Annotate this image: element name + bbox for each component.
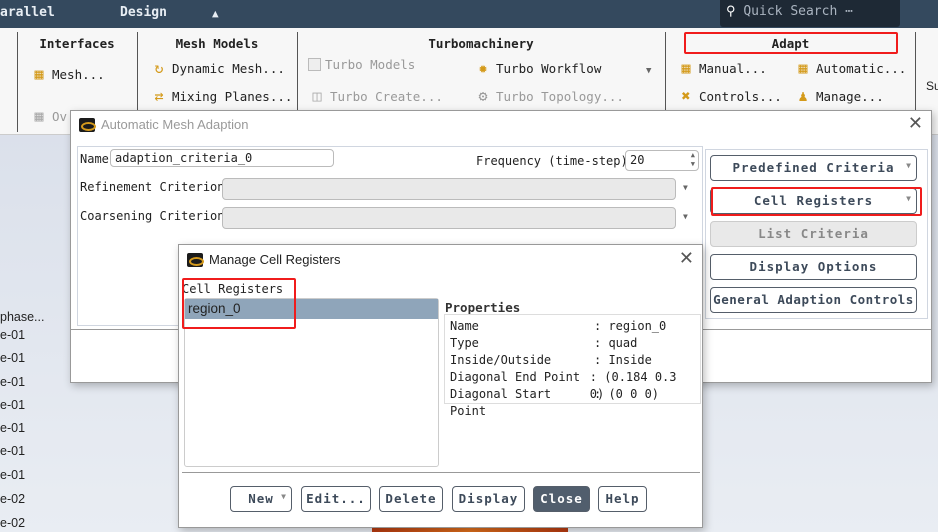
adapt-controls-button[interactable]: ✖ Controls... [677,87,781,105]
predefined-criteria-button[interactable]: Predefined Criteria ▼ [710,155,917,181]
tab-parallel[interactable]: arallel [0,5,55,20]
manage-cell-registers-dialog: Manage Cell Registers ✕ Cell Registers r… [178,244,703,528]
checkbox-icon [308,58,321,71]
name-input[interactable]: adaption_criteria_0 [110,149,334,167]
frequency-label: Frequency (time-step) [476,154,628,168]
display-button[interactable]: Display [452,486,525,512]
list-item: e-01 [0,375,26,389]
turbo-models-checkbox[interactable]: Turbo Models [308,57,415,72]
divider [182,472,700,473]
display-options-button[interactable]: Display Options [710,254,917,280]
manual-adapt-icon: ▦ [681,59,691,77]
list-item: e-01 [0,351,26,365]
quick-search-input[interactable]: ⚲ Quick Search ⋯ [720,0,900,27]
mesh-grid-icon: ▦ [34,65,44,83]
properties-panel: Name: region_0 Type: quad Inside/Outside… [444,314,701,418]
highlight-box [684,32,898,54]
refinement-criterion-select[interactable] [222,178,676,200]
interfaces-mesh-button[interactable]: ▦ Mesh... [30,65,104,83]
fluent-logo-icon [187,252,204,267]
property-row: Name: region_0 [450,319,667,333]
delete-button[interactable]: Delete [379,486,443,512]
list-item: e-01 [0,398,26,412]
frequency-spinner[interactable]: 20 ▲ ▼ [625,150,699,171]
list-item: e-01 [0,468,26,482]
chevron-down-icon[interactable]: ▼ [683,183,688,192]
list-item: e-01 [0,444,26,458]
list-item: e-01 [0,328,26,342]
dynamic-mesh-icon: ↻ [154,59,164,77]
automatic-adapt-icon: ▦ [798,59,808,77]
property-row: Inside/Outside: Inside [450,353,652,367]
collapse-ribbon-icon[interactable]: ▲ [212,7,219,20]
adapt-manual-button[interactable]: ▦ Manual... [677,59,766,77]
hierarchy-icon: ♟ [798,87,808,105]
chevron-down-icon[interactable]: ▼ [646,66,651,76]
tools-icon: ✖ [681,87,691,105]
chevron-down-icon: ▼ [281,492,287,501]
tab-design[interactable]: Design [120,5,167,20]
fluent-logo-icon [79,117,96,132]
list-item: e-01 [0,421,26,435]
highlight-box [182,278,296,329]
mixing-planes-icon: ⇄ [154,87,164,105]
dynamic-mesh-button[interactable]: ↻ Dynamic Mesh... [150,59,284,77]
turbo-topology-button[interactable]: ⚙ Turbo Topology... [474,87,623,105]
turbo-create-icon: ◫ [312,87,322,105]
new-button[interactable]: New ▼ [230,486,292,512]
highlight-box [711,187,922,216]
list-item: e-02 [0,516,26,530]
property-row: Diagonal Start Point: (0 0 0) [450,387,660,418]
edit-button[interactable]: Edit... [301,486,371,512]
overset-icon: ▦ [34,107,44,125]
close-button[interactable]: Close [533,486,590,512]
close-icon[interactable]: ✕ [679,248,694,269]
turbo-create-button[interactable]: ◫ Turbo Create... [308,87,442,105]
general-adaption-controls-button[interactable]: General Adaption Controls [710,287,917,313]
chevron-down-icon[interactable]: ▼ [683,212,688,221]
dialog-title: Manage Cell Registers [187,252,341,267]
close-icon[interactable]: ✕ [908,113,923,134]
group-title-interfaces: Interfaces [39,36,115,51]
group-title-mesh-models: Mesh Models [175,36,259,51]
turbo-topology-icon: ⚙ [478,87,488,105]
overset-button[interactable]: ▦ Ov [30,107,67,125]
adapt-automatic-button[interactable]: ▦ Automatic... [794,59,906,77]
mixing-planes-button[interactable]: ⇄ Mixing Planes... [150,87,292,105]
list-item: phase... [0,310,45,324]
list-item: e-02 [0,492,26,506]
chevron-down-icon: ▼ [906,161,912,170]
name-label: Name [80,152,109,166]
fan-icon: ✹ [478,59,488,77]
list-criteria-button[interactable]: List Criteria [710,221,917,247]
coarsening-criterion-select[interactable] [222,207,676,229]
properties-label: Properties [445,300,521,315]
adapt-manage-button[interactable]: ♟ Manage... [794,87,883,105]
help-button[interactable]: Help [598,486,647,512]
turbo-workflow-button[interactable]: ✹ Turbo Workflow [474,59,601,77]
refinement-label: Refinement Criterion [80,180,225,194]
property-row: Diagonal End Point: (0.184 0.3 0) [450,370,677,401]
group-title-turbomachinery: Turbomachinery [428,36,534,51]
dialog-title: Automatic Mesh Adaption [79,117,248,132]
property-row: Type: quad [450,336,638,350]
search-icon: ⚲ [726,4,736,19]
ribbon-partial-label: Su [926,79,938,93]
coarsening-label: Coarsening Criterion [80,209,225,223]
spinner-arrows-icon[interactable]: ▲ ▼ [691,151,695,169]
